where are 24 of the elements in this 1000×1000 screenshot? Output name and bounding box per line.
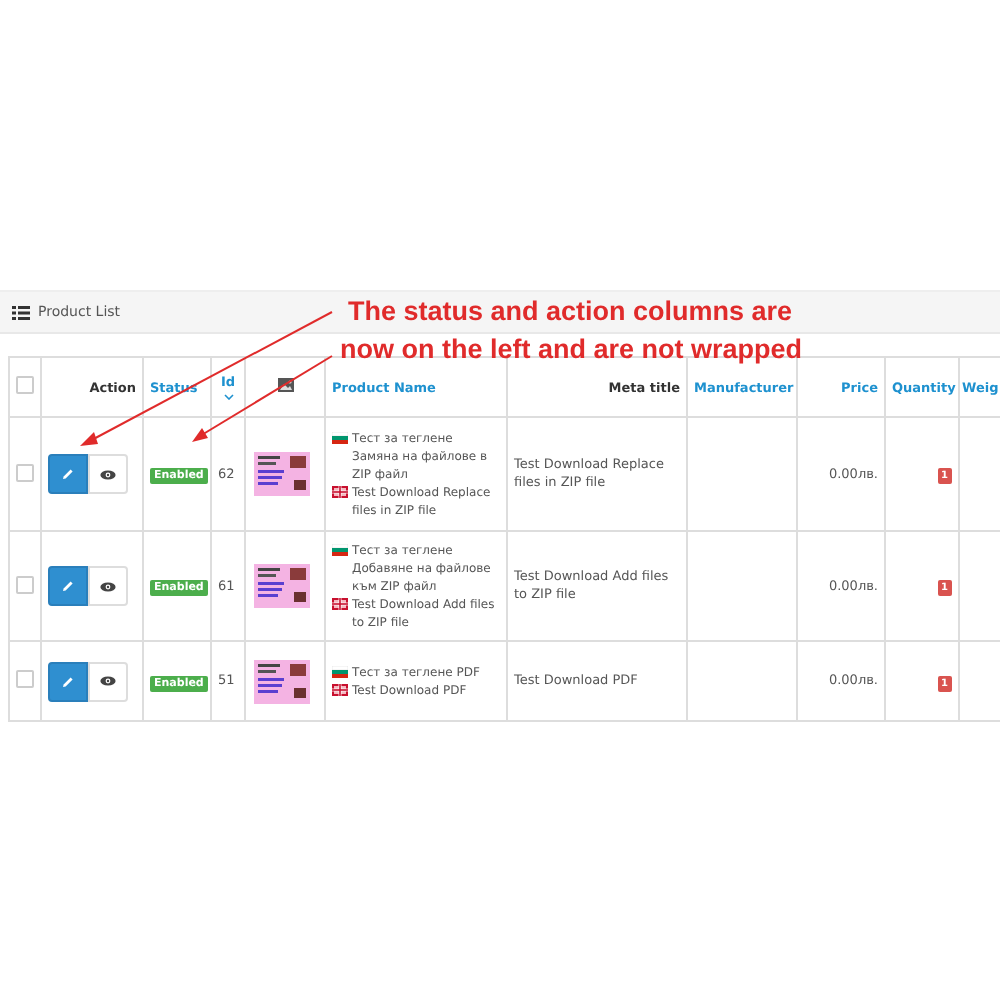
row-checkbox[interactable] (16, 575, 34, 593)
sort-caret-icon (223, 394, 233, 400)
eye-icon (100, 581, 116, 591)
list-icon (12, 305, 30, 319)
edit-button[interactable] (48, 661, 88, 701)
flag-icon (332, 598, 348, 610)
flag-icon (332, 432, 348, 444)
row-checkbox[interactable] (16, 463, 34, 481)
select-all-checkbox[interactable] (16, 376, 34, 394)
view-button[interactable] (88, 454, 128, 494)
eye-icon (100, 469, 116, 479)
flag-icon (332, 486, 348, 498)
pencil-icon (62, 468, 74, 480)
row-checkbox[interactable] (16, 670, 34, 688)
view-button[interactable] (88, 566, 128, 606)
flag-icon (332, 684, 348, 696)
flag-icon (332, 666, 348, 678)
pencil-icon (62, 580, 74, 592)
annotation-text: now on the left and are not wrapped (340, 336, 803, 364)
pencil-icon (62, 675, 74, 687)
annotation-text: The status and action columns are (347, 298, 793, 326)
flag-icon (332, 544, 348, 556)
view-button[interactable] (88, 661, 128, 701)
eye-icon (100, 676, 116, 686)
